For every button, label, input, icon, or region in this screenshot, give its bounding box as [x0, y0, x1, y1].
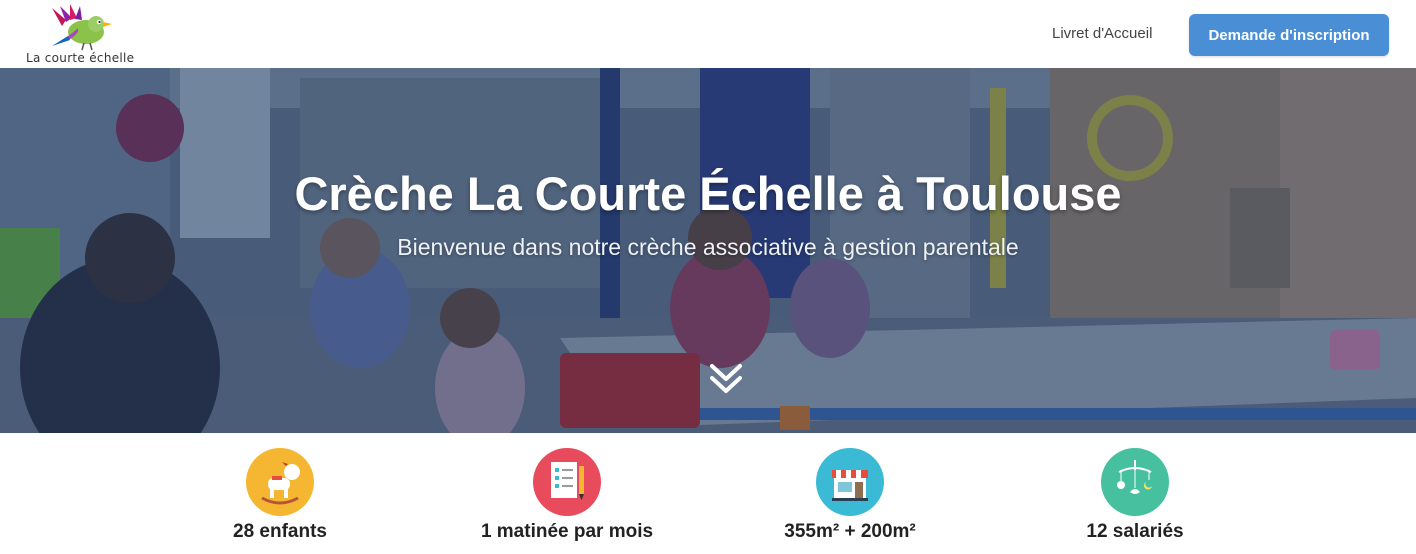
logo[interactable]: La courte échelle [22, 4, 135, 66]
stat-item-matinee: 1 matinée par mois [425, 433, 709, 554]
page-title: Crèche La Courte Échelle à Toulouse [294, 167, 1122, 220]
stat-label: 12 salariés [1086, 521, 1184, 542]
stat-item-surface: 355m² + 200m² [708, 433, 992, 554]
bird-logo-icon [52, 4, 112, 51]
baby-mobile-icon [1101, 448, 1169, 516]
page-subtitle: Bienvenue dans notre crèche associative … [397, 234, 1019, 260]
stats-section: 28 enfants 1 matinée par mois 355m² + 20… [0, 433, 1416, 554]
double-chevron-down-icon[interactable] [706, 362, 746, 396]
stat-item-enfants: 28 enfants [138, 433, 422, 554]
nav-link-livret[interactable]: Livret d'Accueil [1052, 25, 1152, 42]
stat-label: 1 matinée par mois [480, 521, 654, 542]
hero-banner: Crèche La Courte Échelle à Toulouse Bien… [0, 68, 1416, 433]
stat-label: 28 enfants [233, 521, 327, 542]
stat-label: 355m² + 200m² [784, 521, 916, 542]
rocking-horse-icon [246, 448, 314, 516]
inscription-button[interactable]: Demande d'inscription [1189, 14, 1389, 56]
checklist-icon [533, 448, 601, 516]
top-navbar: La courte échelle Livret d'Accueil Deman… [0, 0, 1416, 68]
logo-text: La courte échelle [26, 51, 135, 65]
stat-item-salaries: 12 salariés [993, 433, 1277, 554]
storefront-icon [816, 448, 884, 516]
